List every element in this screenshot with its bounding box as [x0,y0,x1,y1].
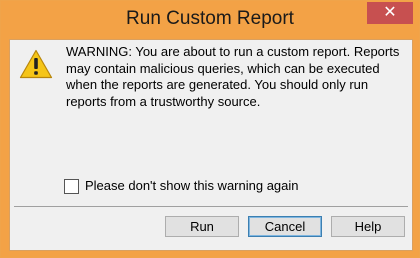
run-button[interactable]: Run [165,216,239,237]
dialog-title: Run Custom Report [126,8,294,29]
dont-show-again-label[interactable]: Please don't show this warning again [85,178,299,193]
close-button[interactable]: ✕ [367,2,413,24]
cancel-button[interactable]: Cancel [248,216,322,237]
divider [14,206,408,207]
help-button[interactable]: Help [331,216,405,237]
warning-message: WARNING: You are about to run a custom r… [66,44,400,109]
close-icon: ✕ [383,4,397,21]
warning-icon [19,49,53,79]
dialog-window: Run Custom Report ✕ WARNING: You are abo… [0,0,420,258]
title-bar[interactable]: Run Custom Report ✕ [1,1,419,39]
dialog-body: WARNING: You are about to run a custom r… [9,39,413,251]
dont-show-again-checkbox[interactable] [64,179,79,194]
